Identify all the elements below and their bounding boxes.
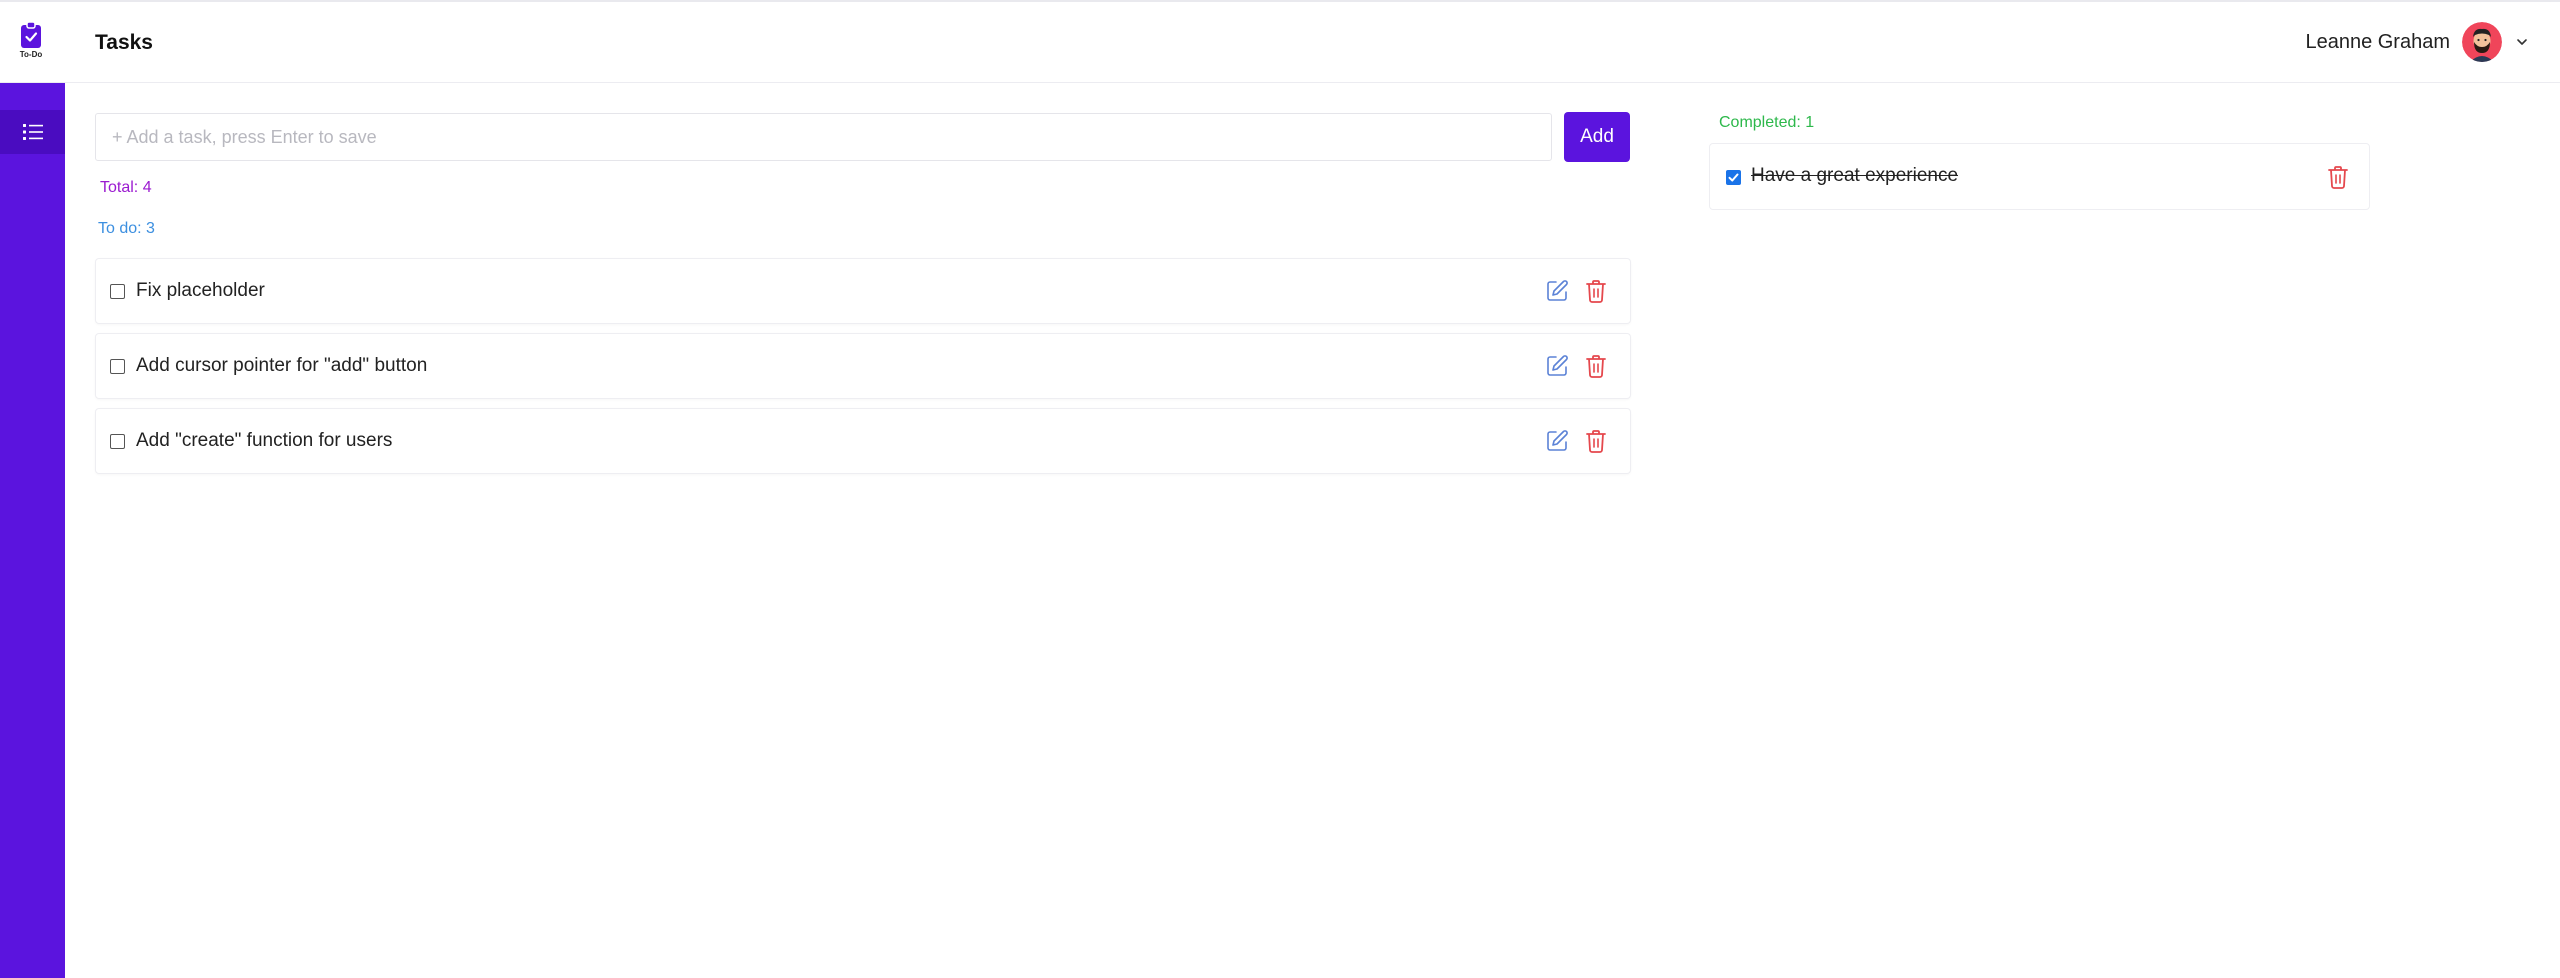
completed-count: Completed: 1: [1719, 114, 1815, 131]
todo-count: To do: 3: [98, 220, 155, 237]
task-item: Add cursor pointer for "add" button: [95, 333, 1631, 399]
task-checkbox[interactable]: [110, 359, 125, 374]
task-item: Add "create" function for users: [95, 408, 1631, 474]
edit-icon[interactable]: [1545, 279, 1569, 303]
task-text: Fix placeholder: [136, 280, 265, 301]
logo[interactable]: To-Do: [16, 21, 46, 67]
list-icon: [22, 124, 43, 140]
avatar-illustration: [2462, 22, 2502, 62]
clipboard-check-icon: [21, 21, 41, 48]
chevron-down-icon: [2517, 39, 2527, 45]
task-checkbox[interactable]: [110, 434, 125, 449]
task-item: Fix placeholder: [95, 258, 1631, 324]
total-count: Total: 4: [100, 179, 152, 196]
task-input[interactable]: [95, 113, 1552, 161]
completed-task-item: Have a great experience: [1709, 143, 2370, 210]
avatar: [2462, 22, 2502, 62]
task-text: Add cursor pointer for "add" button: [136, 355, 428, 376]
page-title: Tasks: [95, 31, 153, 54]
trash-icon[interactable]: [1585, 279, 1607, 303]
task-checkbox[interactable]: [110, 284, 125, 299]
add-task-button[interactable]: Add: [1564, 112, 1630, 162]
sidebar-item-tasks[interactable]: [0, 110, 65, 154]
edit-icon[interactable]: [1545, 429, 1569, 453]
trash-icon[interactable]: [2327, 165, 2349, 189]
completed-task-text: Have a great experience: [1751, 165, 1959, 186]
header: To-Do Tasks Leanne Graham: [0, 2, 2560, 83]
user-name: Leanne Graham: [2305, 30, 2450, 53]
edit-icon[interactable]: [1545, 354, 1569, 378]
task-text: Add "create" function for users: [136, 430, 393, 451]
sidebar: [0, 83, 65, 978]
trash-icon[interactable]: [1585, 354, 1607, 378]
logo-text: To-Do: [19, 50, 43, 59]
trash-icon[interactable]: [1585, 429, 1607, 453]
task-checkbox-checked[interactable]: [1726, 170, 1741, 185]
user-menu[interactable]: Leanne Graham: [2305, 21, 2530, 63]
app-root: To-Do Tasks Leanne Graham + Add a task, …: [0, 0, 2560, 978]
checkmark-icon: [1728, 173, 1739, 182]
